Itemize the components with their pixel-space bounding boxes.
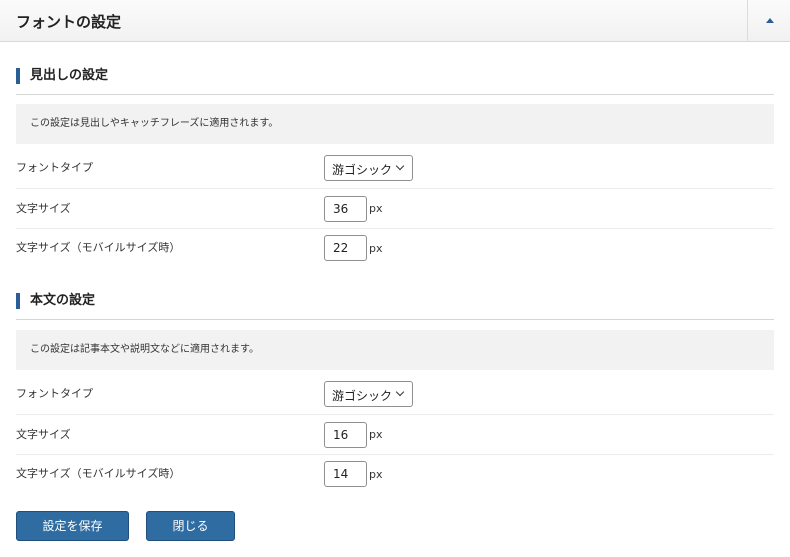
chevron-down-icon (395, 387, 405, 397)
section-divider (16, 94, 774, 95)
body-settings-note: この設定は記事本文や説明文などに適用されます。 (16, 330, 774, 370)
heading-font-size-input[interactable] (324, 196, 367, 222)
panel-header: フォントの設定 (0, 0, 790, 42)
collapse-toggle-button[interactable] (747, 0, 790, 41)
body-font-type-label: フォントタイプ (16, 387, 93, 400)
row-divider (16, 454, 774, 455)
body-font-type-value: 游ゴシック (332, 389, 393, 403)
row-divider (16, 414, 774, 415)
heading-font-size-mobile-input[interactable] (324, 235, 367, 261)
heading-font-size-unit: px (369, 202, 383, 215)
body-font-size-mobile-unit: px (369, 468, 383, 481)
body-font-size-label: 文字サイズ (16, 428, 71, 441)
body-settings-title: 本文の設定 (16, 293, 95, 309)
body-font-type-select[interactable]: 游ゴシック (324, 381, 413, 407)
heading-font-type-value: 游ゴシック (332, 163, 393, 177)
heading-font-type-select[interactable]: 游ゴシック (324, 155, 413, 181)
heading-settings-note: この設定は見出しやキャッチフレーズに適用されます。 (16, 104, 774, 144)
body-font-size-unit: px (369, 428, 383, 441)
heading-font-size-mobile-label: 文字サイズ（モバイルサイズ時） (16, 241, 181, 254)
close-button[interactable]: 閉じる (146, 511, 235, 541)
body-font-size-mobile-input[interactable] (324, 461, 367, 487)
heading-font-size-mobile-unit: px (369, 242, 383, 255)
body-font-size-mobile-label: 文字サイズ（モバイルサイズ時） (16, 467, 181, 480)
save-settings-button[interactable]: 設定を保存 (16, 511, 129, 541)
caret-up-icon (766, 18, 774, 23)
body-font-size-input[interactable] (324, 422, 367, 448)
heading-font-type-label: フォントタイプ (16, 161, 93, 174)
row-divider (16, 228, 774, 229)
row-divider (16, 188, 774, 189)
section-divider (16, 319, 774, 320)
chevron-down-icon (395, 161, 405, 171)
panel-title: フォントの設定 (16, 13, 122, 31)
heading-font-size-label: 文字サイズ (16, 202, 71, 215)
heading-settings-title: 見出しの設定 (16, 68, 108, 84)
